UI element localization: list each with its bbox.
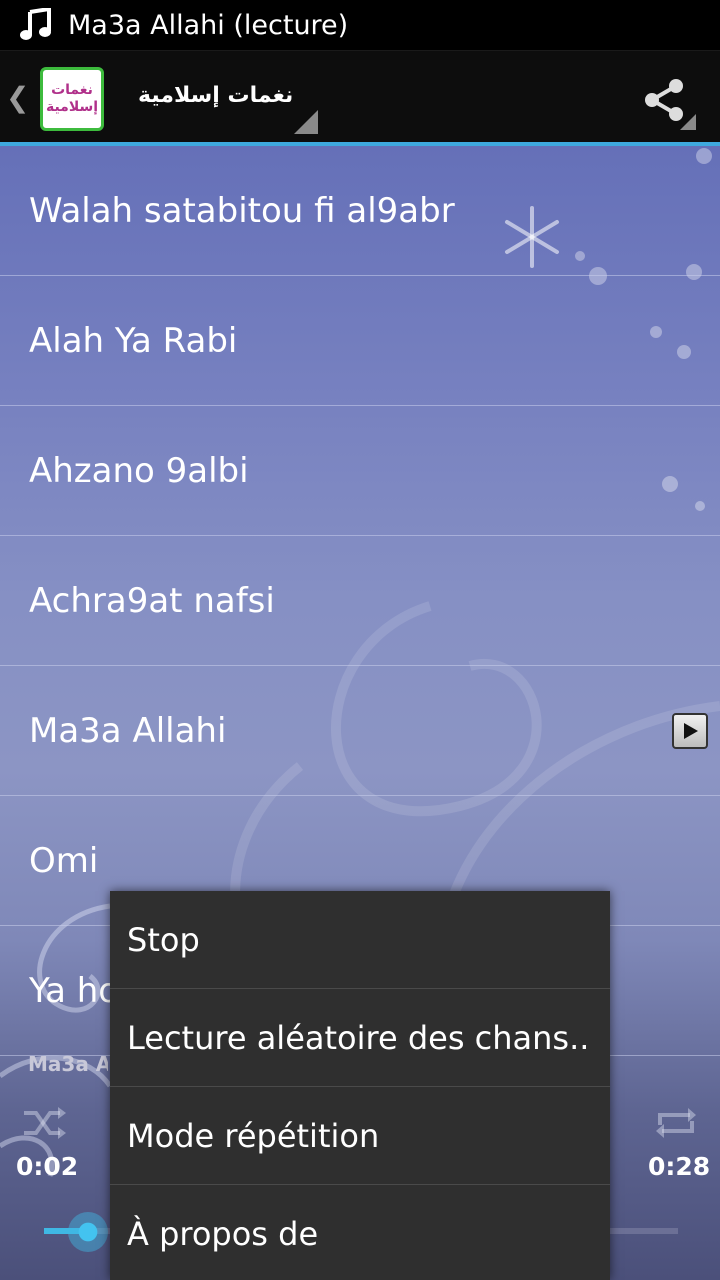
time-elapsed: 0:02 [16, 1152, 79, 1181]
music-note-icon [18, 7, 54, 43]
song-title: Ma3a Allahi [29, 710, 227, 751]
song-row[interactable]: Walah satabitou fi al9abr [0, 146, 720, 276]
overflow-indicator [680, 114, 696, 130]
spinner-indicator[interactable] [294, 110, 318, 134]
repeat-icon[interactable] [654, 1105, 698, 1141]
now-playing-label: Ma3a A [28, 1052, 108, 1076]
up-chevron-icon[interactable]: ❮ [6, 81, 29, 114]
popup-menu: Stop Lecture aléatoire des chans.. Mode … [110, 891, 610, 1280]
menu-item-shuffle[interactable]: Lecture aléatoire des chans.. [110, 989, 610, 1087]
play-icon[interactable] [672, 713, 708, 749]
song-title: Ahzano 9albi [29, 450, 249, 491]
menu-item-about[interactable]: À propos de [110, 1185, 610, 1280]
menu-item-stop[interactable]: Stop [110, 891, 610, 989]
app-logo-line1: نغمات [51, 82, 93, 98]
app-logo-line2: إسلامية [45, 99, 99, 115]
action-bar: ❮ نغمات إسلامية نغمات إسلامية [0, 50, 720, 143]
song-title: Ya ho [29, 970, 120, 1011]
seek-thumb[interactable] [68, 1212, 108, 1252]
song-row[interactable]: Ahzano 9albi [0, 406, 720, 536]
app-title[interactable]: نغمات إسلامية [138, 83, 293, 108]
song-title: Alah Ya Rabi [29, 320, 238, 361]
status-title: Ma3a Allahi (lecture) [68, 9, 349, 41]
song-title: Achra9at nafsi [29, 580, 275, 621]
time-total: 0:28 [648, 1152, 711, 1181]
song-title: Omi [29, 840, 99, 881]
song-row[interactable]: Ma3a Allahi [0, 666, 720, 796]
menu-item-repeat-mode[interactable]: Mode répétition [110, 1087, 610, 1185]
song-row[interactable]: Alah Ya Rabi [0, 276, 720, 406]
song-row[interactable]: Achra9at nafsi [0, 536, 720, 666]
shuffle-icon[interactable] [22, 1105, 66, 1141]
status-bar: Ma3a Allahi (lecture) [0, 0, 720, 50]
app-logo[interactable]: نغمات إسلامية [40, 67, 104, 131]
song-title: Walah satabitou fi al9abr [29, 190, 455, 231]
